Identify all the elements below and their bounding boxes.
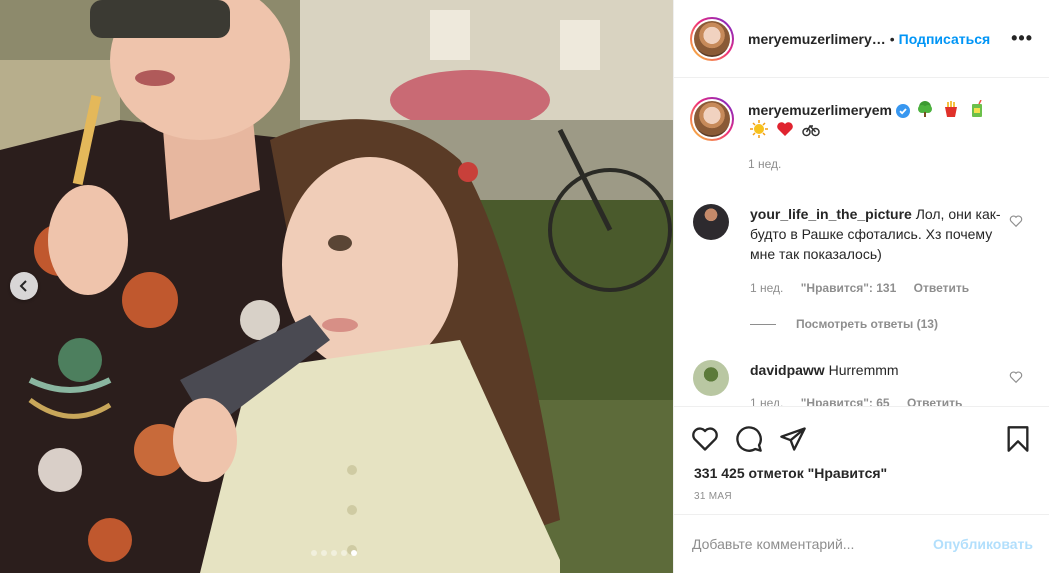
tree-emoji-icon <box>917 101 932 117</box>
author-username[interactable]: meryemuzerlimery… <box>748 31 886 47</box>
like-comment-heart-icon[interactable] <box>1009 370 1023 384</box>
slide-dot <box>341 550 347 556</box>
heart-emoji-icon <box>777 122 793 136</box>
slide-indicator <box>311 550 357 556</box>
caption-body: meryemuzerlimeryem 1 нед. <box>748 97 988 174</box>
bookmark-icon <box>1007 426 1029 452</box>
comment-item: davidpaww Hurremmm 1 нед. "Нравится": 65… <box>690 360 1033 406</box>
like-button[interactable] <box>690 424 720 454</box>
commenter-avatar[interactable] <box>693 360 729 396</box>
comment-likes[interactable]: "Нравится": 131 <box>801 281 897 295</box>
caption-timestamp: 1 нед. <box>748 157 782 171</box>
previous-slide-button[interactable] <box>10 272 38 300</box>
comments-list[interactable]: meryemuzerlimeryem 1 нед. your_life_in_t… <box>674 79 1049 406</box>
save-button[interactable] <box>1003 424 1033 454</box>
bicycle-emoji-icon <box>802 124 820 137</box>
paper-plane-icon <box>780 427 806 451</box>
replies-divider <box>750 323 776 325</box>
post-date[interactable]: 31 мая <box>674 481 1049 502</box>
post-photo[interactable] <box>0 0 673 573</box>
comment-body: davidpaww Hurremmm <box>750 360 1003 380</box>
slide-dot <box>311 550 317 556</box>
comment-text: Hurremmm <box>828 362 899 378</box>
comment-composer: Опубликовать <box>674 514 1049 573</box>
juice-box-emoji-icon <box>971 100 982 117</box>
share-button[interactable] <box>778 424 808 454</box>
follow-button[interactable]: Подписаться <box>899 31 991 47</box>
post-header: meryemuzerlimery… • Подписаться ••• <box>674 0 1049 78</box>
slide-dot-active <box>351 550 357 556</box>
publish-button[interactable]: Опубликовать <box>933 536 1033 552</box>
comment-meta: 1 нед. "Нравится": 65 Ответить <box>750 396 976 406</box>
slide-dot <box>321 550 327 556</box>
post-actions-area: 331 425 отметок "Нравится" 31 мая <box>674 406 1049 502</box>
action-bar <box>674 407 1049 457</box>
comment-item: your_life_in_the_picture Лол, они как-бу… <box>690 204 1033 324</box>
avatar-image <box>694 20 730 57</box>
chevron-left-icon <box>19 280 27 292</box>
comment-meta: 1 нед. "Нравится": 131 Ответить <box>750 281 983 295</box>
post-side-panel: meryemuzerlimery… • Подписаться ••• mery… <box>673 0 1049 573</box>
caption-avatar[interactable] <box>690 97 734 141</box>
comment-button[interactable] <box>734 424 764 454</box>
comment-username[interactable]: your_life_in_the_picture <box>750 206 912 222</box>
reply-button[interactable]: Ответить <box>907 396 962 406</box>
heart-icon <box>692 427 718 451</box>
comment-body: your_life_in_the_picture Лол, они как-бу… <box>750 204 1003 264</box>
comment-time: 1 нед. <box>750 281 784 295</box>
reply-button[interactable]: Ответить <box>914 281 969 295</box>
photo-scene <box>0 0 673 573</box>
comment-time: 1 нед. <box>750 396 784 406</box>
commenter-avatar[interactable] <box>693 204 729 240</box>
more-options-button[interactable]: ••• <box>1011 28 1033 49</box>
caption-username[interactable]: meryemuzerlimeryem <box>748 102 892 118</box>
comment-bubble-icon <box>736 426 762 452</box>
comment-input[interactable] <box>692 536 934 552</box>
verified-badge-icon <box>895 104 910 118</box>
like-comment-heart-icon[interactable] <box>1009 214 1023 228</box>
fries-emoji-icon <box>944 101 957 117</box>
post-caption: meryemuzerlimeryem 1 нед. <box>674 79 1049 174</box>
avatar-image <box>694 101 730 137</box>
header-separator: • <box>889 30 895 47</box>
view-replies-button[interactable]: Посмотреть ответы (13) <box>750 317 938 331</box>
view-replies-label: Посмотреть ответы (13) <box>796 317 938 331</box>
sun-emoji-icon <box>750 120 768 138</box>
author-avatar[interactable] <box>690 16 734 61</box>
likes-count[interactable]: 331 425 отметок "Нравится" <box>674 457 1049 481</box>
comment-likes[interactable]: "Нравится": 65 <box>801 396 890 406</box>
slide-dot <box>331 550 337 556</box>
comment-username[interactable]: davidpaww <box>750 362 825 378</box>
